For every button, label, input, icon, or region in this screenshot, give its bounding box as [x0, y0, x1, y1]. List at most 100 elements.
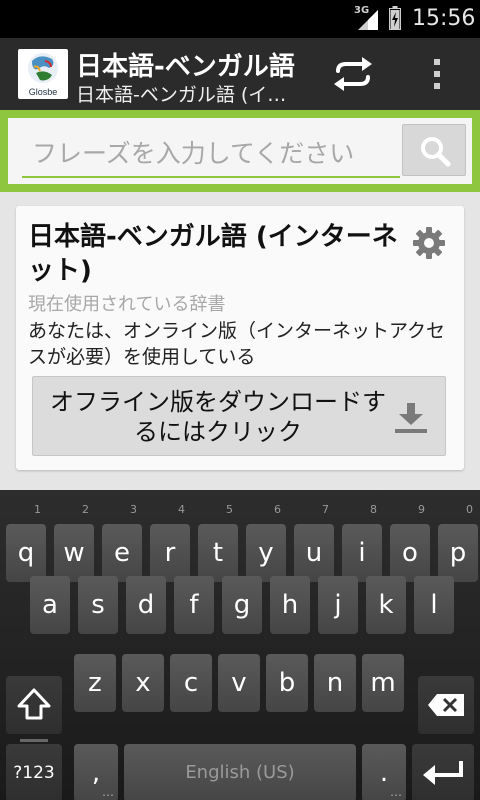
- app-title: 日本語-ベンガル語: [76, 52, 295, 82]
- key-o[interactable]: o9: [390, 504, 430, 582]
- key-label: p: [449, 538, 467, 568]
- overflow-menu-icon[interactable]: [426, 56, 448, 92]
- key-i[interactable]: i8: [342, 504, 382, 582]
- key-hint: 8: [370, 503, 377, 516]
- comma-more-indicator: …: [102, 785, 114, 799]
- app-logo[interactable]: Glosbe: [18, 49, 68, 99]
- period-key-label: .: [379, 758, 389, 788]
- key-hint: 5: [226, 503, 233, 516]
- shift-indicator: [20, 739, 48, 742]
- key-s[interactable]: s: [78, 576, 118, 634]
- key-v[interactable]: v: [218, 654, 260, 712]
- key-label: o: [402, 538, 418, 568]
- key-t[interactable]: t5: [198, 504, 238, 582]
- key-label: g: [233, 590, 251, 620]
- dictionary-card: 日本語-ベンガル語 (インターネット) 現在使用されている辞書 あなたは、オンラ…: [16, 206, 464, 470]
- logo-label: Glosbe: [28, 87, 58, 97]
- backspace-icon: [428, 694, 464, 716]
- key-g[interactable]: g: [222, 576, 262, 634]
- key-label: i: [358, 538, 366, 568]
- key-d[interactable]: d: [126, 576, 166, 634]
- key-f[interactable]: f: [174, 576, 214, 634]
- key-label: w: [63, 538, 85, 568]
- key-l[interactable]: l: [414, 576, 454, 634]
- key-hint: 0: [466, 503, 473, 516]
- current-dictionary-label: 現在使用されている辞書: [28, 294, 226, 315]
- key-label: u: [305, 538, 323, 568]
- gear-icon[interactable]: [412, 226, 446, 260]
- key-label: c: [183, 668, 199, 698]
- key-hint: 6: [274, 503, 281, 516]
- download-icon: [395, 403, 427, 433]
- glosbe-logo-icon: [28, 53, 58, 83]
- dictionary-name: 日本語-ベンガル語 (インターネット): [28, 222, 398, 286]
- key-k[interactable]: k: [366, 576, 406, 634]
- key-hint: 9: [418, 503, 425, 516]
- space-key[interactable]: English (US): [124, 744, 356, 800]
- key-u[interactable]: u7: [294, 504, 334, 582]
- key-hint: 2: [82, 503, 89, 516]
- search-icon: [421, 137, 451, 167]
- key-hint: 4: [178, 503, 185, 516]
- key-c[interactable]: c: [170, 654, 212, 712]
- key-label: q: [17, 538, 35, 568]
- download-button-label: オフライン版をダウンロードするにはクリック: [50, 388, 386, 446]
- online-status-text: あなたは、オンライン版（インターネットアクセスが必要）を使用している: [28, 320, 446, 368]
- status-bar: 3G 15:56: [0, 0, 480, 38]
- key-label: k: [378, 590, 394, 620]
- backspace-key[interactable]: [418, 676, 474, 734]
- comma-key[interactable]: ,…: [74, 744, 118, 800]
- key-label: b: [278, 668, 296, 698]
- key-label: s: [91, 590, 105, 620]
- shift-icon: [17, 688, 51, 720]
- clock: 15:56: [412, 6, 476, 31]
- key-x[interactable]: x: [122, 654, 164, 712]
- key-label: l: [430, 590, 438, 620]
- key-hint: 1: [34, 503, 41, 516]
- period-more-indicator: …: [390, 785, 402, 799]
- key-b[interactable]: b: [266, 654, 308, 712]
- soft-keyboard: ?123 ,… English (US) .… q1w2e3r4t5y6u7i8…: [0, 490, 480, 800]
- key-m[interactable]: m: [362, 654, 404, 712]
- battery-charging-icon: [389, 6, 401, 30]
- period-key[interactable]: .…: [362, 744, 406, 800]
- key-label: d: [137, 590, 155, 620]
- key-h[interactable]: h: [270, 576, 310, 634]
- key-j[interactable]: j: [318, 576, 358, 634]
- app-subtitle[interactable]: 日本語-ベンガル語 (イ…: [76, 80, 300, 107]
- shift-key[interactable]: [6, 676, 62, 742]
- search-button[interactable]: [402, 124, 466, 176]
- comma-key-label: ,: [91, 758, 101, 788]
- key-p[interactable]: p0: [438, 504, 478, 582]
- key-e[interactable]: e3: [102, 504, 142, 582]
- key-label: j: [334, 590, 342, 620]
- symbols-key-label: ?123: [13, 763, 55, 783]
- signal-icon: [358, 10, 378, 30]
- key-hint: 7: [322, 503, 329, 516]
- key-label: m: [370, 668, 396, 698]
- swap-languages-icon[interactable]: [330, 56, 376, 92]
- key-label: z: [88, 668, 102, 698]
- symbols-key[interactable]: ?123: [6, 744, 62, 800]
- enter-icon: [423, 761, 463, 785]
- search-input[interactable]: [22, 130, 400, 178]
- key-z[interactable]: z: [74, 654, 116, 712]
- key-r[interactable]: r4: [150, 504, 190, 582]
- key-label: e: [114, 538, 130, 568]
- key-label: v: [231, 668, 247, 698]
- key-q[interactable]: q1: [6, 504, 46, 582]
- key-label: t: [212, 538, 224, 568]
- action-bar: Glosbe 日本語-ベンガル語 日本語-ベンガル語 (イ…: [0, 38, 480, 110]
- enter-key[interactable]: [412, 744, 474, 800]
- key-n[interactable]: n: [314, 654, 356, 712]
- key-y[interactable]: y6: [246, 504, 286, 582]
- download-offline-button[interactable]: オフライン版をダウンロードするにはクリック: [32, 376, 446, 456]
- space-key-label: English (US): [185, 762, 295, 783]
- key-w[interactable]: w2: [54, 504, 94, 582]
- key-label: x: [135, 668, 151, 698]
- key-label: f: [189, 590, 199, 620]
- key-label: a: [42, 590, 58, 620]
- key-label: n: [326, 668, 344, 698]
- content-area: 日本語-ベンガル語 (インターネット) 現在使用されている辞書 あなたは、オンラ…: [0, 192, 480, 490]
- key-a[interactable]: a: [30, 576, 70, 634]
